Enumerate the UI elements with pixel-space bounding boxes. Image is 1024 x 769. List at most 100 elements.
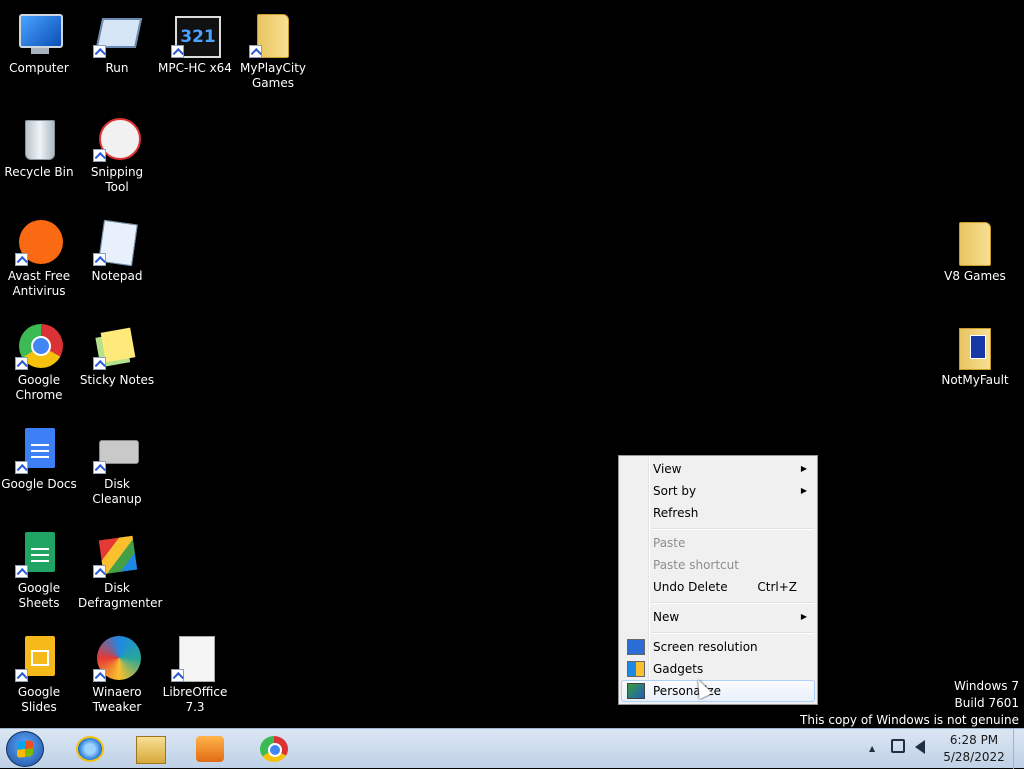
- desktop-icon-libreoffice[interactable]: LibreOffice 7.3: [156, 628, 234, 715]
- desktop-icon-sticky-notes[interactable]: Sticky Notes: [78, 316, 156, 388]
- google-sheets-icon: [15, 530, 63, 578]
- desktop-icon-label: Avast Free Antivirus: [7, 269, 71, 298]
- desktop-icon-recycle-bin[interactable]: Recycle Bin: [0, 108, 78, 180]
- taskbar-button-chrome[interactable]: [248, 731, 300, 767]
- gadgets-icon: [627, 661, 645, 677]
- menu-item-personalize[interactable]: Personalize: [621, 680, 815, 702]
- desktop-icon-label: Disk Defragmenter: [78, 581, 163, 610]
- menu-item-label: New: [653, 610, 680, 624]
- submenu-arrow-icon: ▶: [800, 486, 807, 495]
- menu-separator: [651, 528, 814, 530]
- run-icon: [93, 10, 143, 58]
- desktop-icon-google-chrome[interactable]: Google Chrome: [0, 316, 78, 403]
- shortcut-arrow-icon: [93, 565, 106, 578]
- desktop-icon-label: Recycle Bin: [4, 165, 74, 179]
- desktop-icon-v8-games[interactable]: V8 Games: [936, 212, 1014, 284]
- shortcut-arrow-icon: [171, 669, 184, 682]
- desktop-icon-label: Google Docs: [1, 477, 77, 491]
- menu-item-label: Refresh: [653, 506, 699, 520]
- watermark-build: Build 7601: [954, 696, 1019, 710]
- show-hidden-icons-button[interactable]: ▲: [869, 744, 875, 753]
- personalize-icon: [627, 683, 645, 699]
- desktop-icon-disk-cleanup[interactable]: Disk Cleanup: [78, 420, 156, 507]
- menu-item-screen-resolution[interactable]: Screen resolution: [621, 636, 815, 658]
- desktop-icon-google-slides[interactable]: Google Slides: [0, 628, 78, 715]
- desktop-icon-label: Notepad: [91, 269, 143, 283]
- snipping-tool-icon: [93, 114, 141, 162]
- clock-date: 5/28/2022: [943, 750, 1005, 764]
- menu-item-refresh[interactable]: Refresh: [621, 502, 815, 524]
- desktop-icon-notepad[interactable]: Notepad: [78, 212, 156, 284]
- chrome-icon: [15, 322, 63, 370]
- watermark-genuine-notice: This copy of Windows is not genuine: [800, 713, 1019, 727]
- menu-item-new[interactable]: New ▶: [621, 606, 815, 628]
- desktop-icon-disk-defragmenter[interactable]: Disk Defragmenter: [78, 524, 163, 611]
- volume-icon[interactable]: [915, 740, 925, 754]
- desktop-icon-label: Computer: [9, 61, 69, 75]
- desktop-icon-google-docs[interactable]: Google Docs: [0, 420, 78, 492]
- menu-item-paste: Paste: [621, 532, 815, 554]
- network-icon[interactable]: [891, 739, 905, 753]
- computer-icon: [15, 10, 63, 58]
- desktop-icon-winaero-tweaker[interactable]: Winaero Tweaker: [78, 628, 156, 715]
- disk-defragmenter-icon: [93, 530, 141, 578]
- shortcut-arrow-icon: [15, 253, 28, 266]
- start-button[interactable]: [6, 731, 44, 767]
- watermark-os: Windows 7: [953, 679, 1019, 693]
- desktop-icon-notmyfault[interactable]: NotMyFault: [936, 316, 1014, 388]
- menu-item-label: Paste: [653, 536, 686, 550]
- desktop[interactable]: Computer Recycle Bin Avast Free Antiviru…: [0, 0, 1024, 728]
- menu-item-sort-by[interactable]: Sort by ▶: [621, 480, 815, 502]
- desktop-icon-label: MPC-HC x64: [158, 61, 232, 75]
- desktop-context-menu: View ▶ Sort by ▶ Refresh Paste Paste sho…: [618, 455, 818, 705]
- menu-item-gadgets[interactable]: Gadgets: [621, 658, 815, 680]
- taskbar-clock[interactable]: 6:28 PM 5/28/2022: [939, 732, 1009, 766]
- taskbar-button-windows-explorer[interactable]: [124, 731, 176, 767]
- folder-icon: [951, 218, 999, 266]
- google-slides-icon: [15, 634, 63, 682]
- desktop-icon-myplaycity-games[interactable]: MyPlayCity Games: [234, 4, 312, 91]
- menu-item-undo-delete[interactable]: Undo Delete Ctrl+Z: [621, 576, 815, 598]
- internet-explorer-icon: [76, 736, 104, 762]
- menu-item-label: Undo Delete: [653, 580, 728, 594]
- desktop-icon-google-sheets[interactable]: Google Sheets: [0, 524, 78, 611]
- show-desktop-button[interactable]: [1013, 729, 1024, 769]
- menu-item-view[interactable]: View ▶: [621, 458, 815, 480]
- folder-icon: [249, 10, 297, 58]
- mpc-hc-icon: 321: [171, 10, 221, 58]
- shortcut-arrow-icon: [93, 45, 106, 58]
- taskbar-button-internet-explorer[interactable]: [64, 731, 116, 767]
- desktop-icon-mpc-hc[interactable]: 321 MPC-HC x64: [156, 4, 234, 76]
- menu-item-label: View: [653, 462, 682, 476]
- shortcut-arrow-icon: [93, 461, 106, 474]
- notepad-icon: [93, 218, 141, 267]
- shortcut-arrow-icon: [15, 461, 28, 474]
- desktop-icon-avast[interactable]: Avast Free Antivirus: [0, 212, 78, 299]
- sticky-notes-icon: [93, 322, 141, 370]
- desktop-icon-label: V8 Games: [944, 269, 1006, 283]
- desktop-icon-label: Run: [105, 61, 129, 75]
- desktop-icon-run[interactable]: Run: [78, 4, 156, 76]
- taskbar: ▲ 6:28 PM 5/28/2022: [0, 728, 1024, 769]
- shortcut-arrow-icon: [93, 357, 106, 370]
- menu-item-label: Paste shortcut: [653, 558, 739, 572]
- shortcut-arrow-icon: [15, 669, 28, 682]
- recycle-bin-icon: [15, 114, 63, 162]
- google-docs-icon: [15, 426, 63, 474]
- disk-cleanup-icon: [93, 426, 141, 474]
- shortcut-arrow-icon: [93, 149, 106, 162]
- desktop-icon-computer[interactable]: Computer: [0, 4, 78, 76]
- desktop-icon-snipping-tool[interactable]: Snipping Tool: [78, 108, 156, 195]
- desktop-icon-label: Disk Cleanup: [92, 477, 142, 506]
- desktop-icon-label: Sticky Notes: [79, 373, 155, 387]
- desktop-icon-label: Google Sheets: [17, 581, 61, 610]
- clock-time: 6:28 PM: [949, 733, 999, 747]
- menu-item-paste-shortcut: Paste shortcut: [621, 554, 815, 576]
- windows-explorer-icon: [136, 736, 166, 764]
- windows-watermark: Windows 7 Build 7601 This copy of Window…: [800, 678, 1019, 729]
- taskbar-button-media-player[interactable]: [184, 731, 236, 767]
- shortcut-arrow-icon: [249, 45, 262, 58]
- menu-separator: [651, 602, 814, 604]
- shortcut-arrow-icon: [93, 253, 106, 266]
- shortcut-arrow-icon: [15, 357, 28, 370]
